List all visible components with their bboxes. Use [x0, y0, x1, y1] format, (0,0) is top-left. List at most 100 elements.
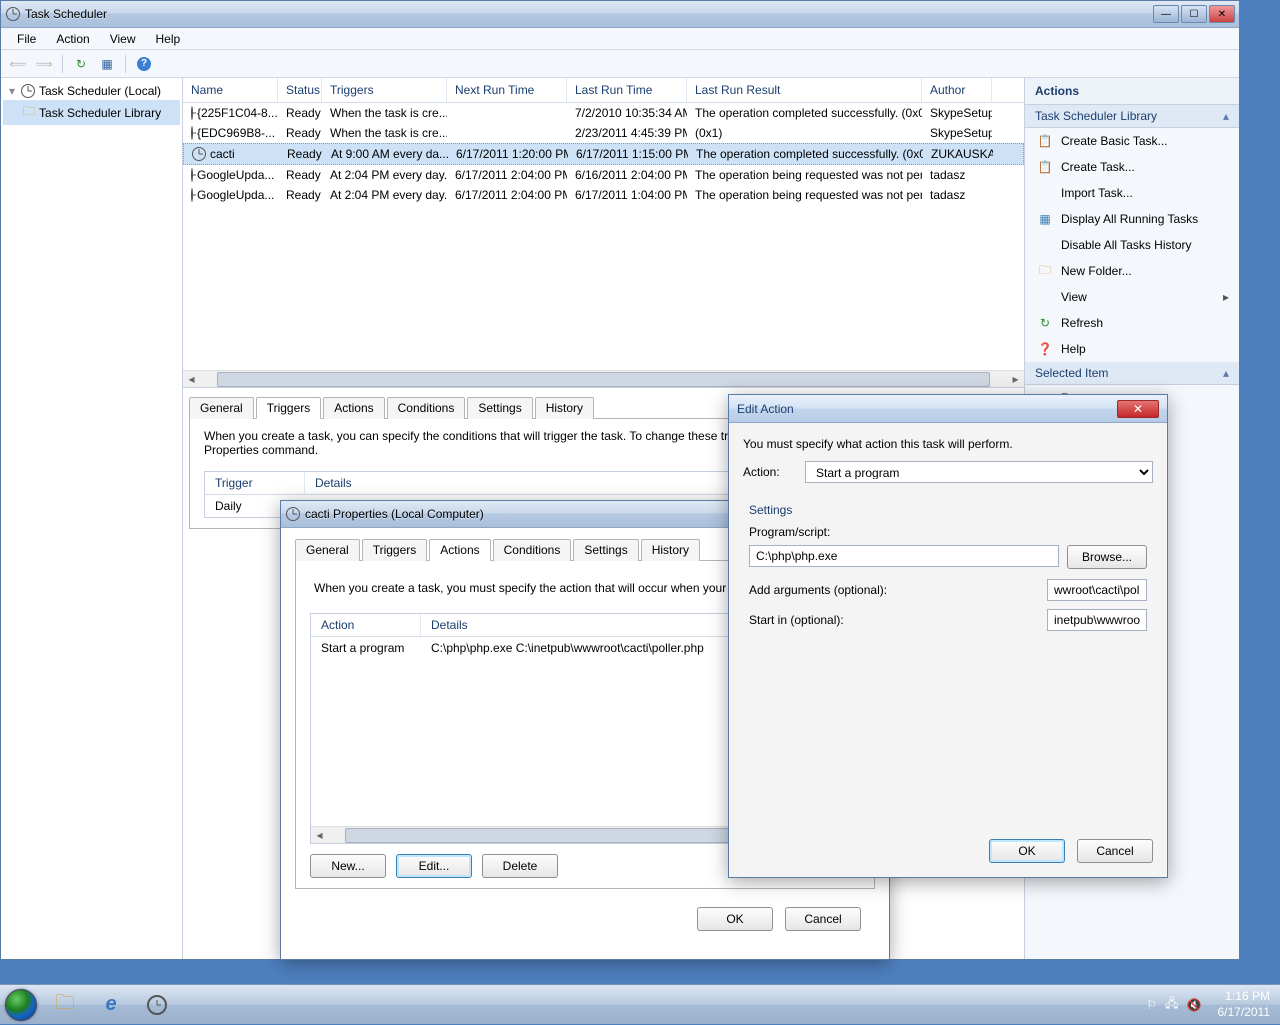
tab-actions[interactable]: Actions [323, 397, 384, 419]
action-icon [1037, 289, 1053, 305]
actions-section-selected[interactable]: Selected Item▴ [1025, 362, 1239, 385]
tab-general[interactable]: General [189, 397, 254, 419]
clock-icon [191, 168, 193, 182]
actions-section-library[interactable]: Task Scheduler Library▴ [1025, 105, 1239, 128]
task-result: The operation completed successfully. (0… [688, 145, 923, 163]
properties-button[interactable]: ▦ [96, 53, 118, 75]
systray-volume-icon[interactable]: 🔇 [1187, 998, 1202, 1012]
action-select[interactable]: Start a program [805, 461, 1153, 483]
task-name: GoogleUpda... [183, 186, 278, 204]
menu-file[interactable]: File [7, 30, 46, 48]
tab-history[interactable]: History [535, 397, 594, 419]
col-name[interactable]: Name [183, 78, 278, 102]
action-link[interactable]: 📋Create Task... [1025, 154, 1239, 180]
props-tab-settings[interactable]: Settings [573, 539, 638, 561]
edit-button[interactable]: Edit... [396, 854, 472, 878]
minimize-button[interactable]: — [1153, 5, 1179, 23]
action-link[interactable]: Import Task... [1025, 180, 1239, 206]
menu-view[interactable]: View [100, 30, 146, 48]
clock-icon [147, 995, 167, 1015]
col-author[interactable]: Author [922, 78, 992, 102]
forward-button[interactable]: ⟹ [33, 53, 55, 75]
action-link-label: Create Task... [1061, 160, 1135, 174]
systray-flag-icon[interactable]: ⚐ [1146, 998, 1157, 1012]
task-list: Name Status Triggers Next Run Time Last … [183, 78, 1024, 388]
trigger-header-trigger[interactable]: Trigger [205, 472, 305, 494]
task-status: Ready [278, 124, 322, 142]
horizontal-scrollbar[interactable]: ◂ ▸ [183, 370, 1024, 387]
action-link[interactable]: Disable All Tasks History [1025, 232, 1239, 258]
tree-pane: ▾ Task Scheduler (Local) 🗀 Task Schedule… [1, 78, 183, 959]
startin-label: Start in (optional): [749, 613, 1037, 627]
task-row[interactable]: cactiReadyAt 9:00 AM every da...6/17/201… [183, 143, 1024, 165]
taskbar-clock[interactable]: 1:16 PM 6/17/2011 [1218, 989, 1271, 1020]
new-button[interactable]: New... [310, 854, 386, 878]
task-author: ZUKAUSKAS [923, 145, 993, 163]
tree-root[interactable]: ▾ Task Scheduler (Local) [3, 82, 180, 100]
action-link[interactable]: 🗀New Folder... [1025, 258, 1239, 284]
props-tab-history[interactable]: History [641, 539, 700, 561]
action-label: Action: [743, 465, 795, 479]
settings-label: Settings [749, 503, 1147, 517]
action-link[interactable]: ▦Display All Running Tasks [1025, 206, 1239, 232]
refresh-button[interactable]: ↻ [70, 53, 92, 75]
col-last-result[interactable]: Last Run Result [687, 78, 922, 102]
tab-triggers[interactable]: Triggers [256, 397, 322, 419]
edit-cancel-button[interactable]: Cancel [1077, 839, 1153, 863]
ie-pinned[interactable]: e [89, 988, 133, 1022]
systray-network-icon[interactable]: 🖧 [1165, 994, 1178, 1015]
tab-conditions[interactable]: Conditions [387, 397, 466, 419]
close-button[interactable]: ✕ [1209, 5, 1235, 23]
delete-button[interactable]: Delete [482, 854, 558, 878]
expander-icon[interactable]: ▾ [7, 84, 17, 98]
task-row[interactable]: {EDC969B8-...ReadyWhen the task is cre..… [183, 123, 1024, 143]
props-tab-conditions[interactable]: Conditions [493, 539, 572, 561]
menu-help[interactable]: Help [146, 30, 191, 48]
action-link-label: Import Task... [1061, 186, 1133, 200]
task-row[interactable]: {225F1C04-8...ReadyWhen the task is cre.… [183, 103, 1024, 123]
task-status: Ready [279, 145, 323, 163]
scroll-left-arrow[interactable]: ◂ [183, 371, 200, 388]
start-button[interactable] [0, 985, 42, 1025]
props-col-action[interactable]: Action [311, 614, 421, 636]
edit-close-button[interactable]: ✕ [1117, 400, 1159, 418]
col-triggers[interactable]: Triggers [322, 78, 447, 102]
maximize-button[interactable]: ☐ [1181, 5, 1207, 23]
chevron-up-icon: ▴ [1223, 109, 1229, 123]
col-next-run[interactable]: Next Run Time [447, 78, 567, 102]
action-link-label: Display All Running Tasks [1061, 212, 1198, 226]
tree-library[interactable]: 🗀 Task Scheduler Library [3, 100, 180, 125]
titlebar[interactable]: Task Scheduler — ☐ ✕ [1, 1, 1239, 28]
props-ok-button[interactable]: OK [697, 907, 773, 931]
browse-button[interactable]: Browse... [1067, 545, 1147, 569]
back-button[interactable]: ⟸ [7, 53, 29, 75]
action-link[interactable]: 📋Create Basic Task... [1025, 128, 1239, 154]
scheduler-pinned[interactable] [135, 988, 179, 1022]
action-link[interactable]: View [1025, 284, 1239, 310]
task-last-run: 2/23/2011 4:45:39 PM [567, 124, 687, 142]
props-cancel-button[interactable]: Cancel [785, 907, 861, 931]
scroll-right-arrow[interactable]: ▸ [1007, 371, 1024, 388]
args-input[interactable] [1047, 579, 1147, 601]
startin-input[interactable] [1047, 609, 1147, 631]
col-status[interactable]: Status [278, 78, 322, 102]
edit-titlebar[interactable]: Edit Action ✕ [729, 395, 1167, 423]
program-input[interactable] [749, 545, 1059, 567]
explorer-pinned[interactable]: 🗀 [43, 988, 87, 1022]
help-button[interactable]: ? [133, 53, 155, 75]
action-link[interactable]: ↻Refresh [1025, 310, 1239, 336]
edit-ok-button[interactable]: OK [989, 839, 1065, 863]
action-name: Start a program [311, 637, 421, 659]
props-tab-actions[interactable]: Actions [429, 539, 490, 561]
action-link[interactable]: ❓Help [1025, 336, 1239, 362]
task-next-run [447, 124, 567, 142]
props-tab-triggers[interactable]: Triggers [362, 539, 428, 561]
task-row[interactable]: GoogleUpda...ReadyAt 2:04 PM every day..… [183, 185, 1024, 205]
col-last-run[interactable]: Last Run Time [567, 78, 687, 102]
task-name: cacti [184, 145, 279, 163]
tab-settings[interactable]: Settings [467, 397, 532, 419]
menu-action[interactable]: Action [46, 30, 99, 48]
scroll-thumb[interactable] [217, 372, 990, 387]
task-row[interactable]: GoogleUpda...ReadyAt 2:04 PM every day..… [183, 165, 1024, 185]
props-tab-general[interactable]: General [295, 539, 360, 561]
